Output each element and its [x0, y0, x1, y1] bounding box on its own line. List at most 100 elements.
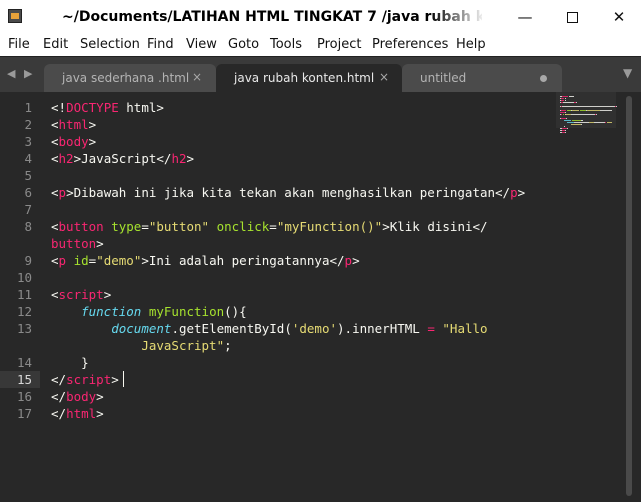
text-cursor	[123, 371, 125, 387]
sublime-text-app-icon[interactable]	[8, 9, 22, 23]
title-fade	[430, 6, 486, 28]
line-number: 12	[16, 304, 32, 319]
code-token: (	[284, 321, 292, 336]
code-line[interactable]: </html>	[51, 405, 104, 422]
line-number: 17	[16, 406, 32, 421]
code-token: "Hallo	[442, 321, 488, 336]
code-area[interactable]: <!DOCTYPE html> <html> <body> <h2>JavaScrip…	[51, 92, 571, 502]
code-token: h2	[171, 151, 187, 166]
code-line[interactable]: <script>	[51, 286, 111, 303]
tab-java-rubah-konten[interactable]: java rubah konten.html ×	[216, 64, 402, 93]
code-token: type	[111, 219, 142, 234]
line-number: 6	[24, 185, 32, 200]
tab-java-sederhana[interactable]: java sederhana .html ×	[44, 64, 216, 93]
code-line[interactable]: <button type="button" onclick="myFunctio…	[51, 218, 488, 235]
code-token: =	[141, 219, 149, 234]
line-number: 7	[24, 202, 32, 217]
code-token: button	[51, 236, 97, 251]
scrollbar-thumb[interactable]	[626, 96, 632, 496]
tab-label: java rubah konten.html	[234, 71, 375, 85]
menu-view[interactable]: View	[186, 37, 217, 52]
menu-edit[interactable]: Edit	[43, 37, 68, 52]
tab-label: java sederhana .html	[62, 71, 190, 85]
menu-find[interactable]: Find	[147, 37, 174, 52]
tab-close-icon[interactable]: ×	[192, 70, 202, 84]
code-token: h2	[58, 151, 74, 166]
code-line[interactable]: <!DOCTYPE html>	[51, 99, 164, 116]
vertical-scrollbar[interactable]	[624, 96, 634, 498]
line-number: 14	[16, 355, 32, 370]
code-token: >	[352, 253, 360, 268]
close-icon: ✕	[612, 8, 626, 26]
menu-project[interactable]: Project	[317, 37, 361, 52]
maximize-button[interactable]	[555, 4, 589, 30]
code-token: >Ini adalah peringatannya</	[141, 253, 345, 268]
code-line[interactable]: <body>	[51, 133, 96, 150]
tab-label: untitled	[420, 71, 467, 85]
maximize-icon	[566, 12, 578, 23]
minimap-token	[570, 124, 581, 125]
code-token: body	[66, 389, 97, 404]
code-token: >	[186, 151, 195, 166]
code-token: }	[51, 355, 89, 370]
code-line[interactable]: JavaScript";	[51, 337, 232, 354]
code-token: >	[103, 287, 112, 302]
menu-tools[interactable]: Tools	[270, 37, 302, 52]
minimap[interactable]	[556, 92, 617, 502]
close-window-button[interactable]: ✕	[602, 4, 636, 30]
code-editor[interactable]: 1 2 3 4 5 6 7 8 9 10 11 12 13 14 15 16 17 <!DOCTYPE html…	[0, 92, 641, 502]
code-line[interactable]: <h2>JavaScript</h2>	[51, 150, 194, 167]
menu-file[interactable]: File	[8, 37, 30, 52]
minimap-token	[561, 96, 569, 97]
code-token: >Klik disini</	[382, 219, 488, 234]
code-token: >	[517, 185, 526, 200]
menu-preferences[interactable]: Preferences	[372, 37, 448, 52]
code-token: <	[51, 151, 59, 166]
code-token: <	[51, 287, 59, 302]
code-token: p	[510, 185, 518, 200]
menu-selection[interactable]: Selection	[80, 37, 140, 52]
code-line[interactable]: document.getElementById('demo').innerHTM…	[51, 320, 488, 337]
code-line[interactable]: <html>	[51, 116, 96, 133]
code-line[interactable]: <p id="demo">Ini adalah peringatannya</p…	[51, 252, 360, 269]
code-token: >	[96, 389, 104, 404]
code-token: id	[73, 253, 89, 268]
line-number: 11	[16, 287, 32, 302]
code-token: "demo"	[96, 253, 142, 268]
unsaved-dot-icon[interactable]	[540, 75, 547, 82]
minimize-button[interactable]: —	[508, 4, 542, 30]
code-line[interactable]: function myFunction(){	[51, 303, 247, 320]
tab-next-icon[interactable]: ▶	[24, 67, 32, 80]
line-number: 8	[24, 219, 32, 234]
minimap-token	[570, 114, 596, 115]
code-line[interactable]: </body>	[51, 388, 104, 405]
code-token: ;	[224, 338, 232, 353]
menu-goto[interactable]: Goto	[228, 37, 259, 52]
minimap-token	[596, 114, 597, 115]
menu-help[interactable]: Help	[456, 37, 486, 52]
minimap-token	[560, 110, 567, 111]
tab-overflow-icon[interactable]: ▼	[623, 66, 632, 80]
code-token: "button"	[148, 219, 210, 234]
line-number: 4	[24, 151, 32, 166]
code-token: .	[171, 321, 179, 336]
code-token: >	[96, 236, 104, 251]
code-token: p	[344, 253, 353, 268]
line-number: 1	[24, 100, 32, 115]
code-line[interactable]: button>	[51, 235, 104, 252]
code-token: myFunction	[148, 304, 225, 319]
code-token: onclick	[216, 219, 270, 234]
tab-untitled[interactable]: untitled	[402, 64, 562, 93]
code-line[interactable]: </script>	[51, 371, 119, 388]
code-line[interactable]: <p>Dibawah ini jika kita tekan akan meng…	[51, 184, 525, 201]
code-line[interactable]: }	[51, 354, 89, 371]
code-token: getElementById	[178, 321, 285, 336]
tab-prev-icon[interactable]: ◀	[7, 67, 15, 80]
code-token: (){	[224, 304, 247, 319]
tab-close-icon[interactable]: ×	[379, 70, 389, 84]
code-token: function	[81, 304, 142, 319]
minimap-token	[564, 100, 566, 101]
minimize-icon: —	[517, 8, 533, 26]
